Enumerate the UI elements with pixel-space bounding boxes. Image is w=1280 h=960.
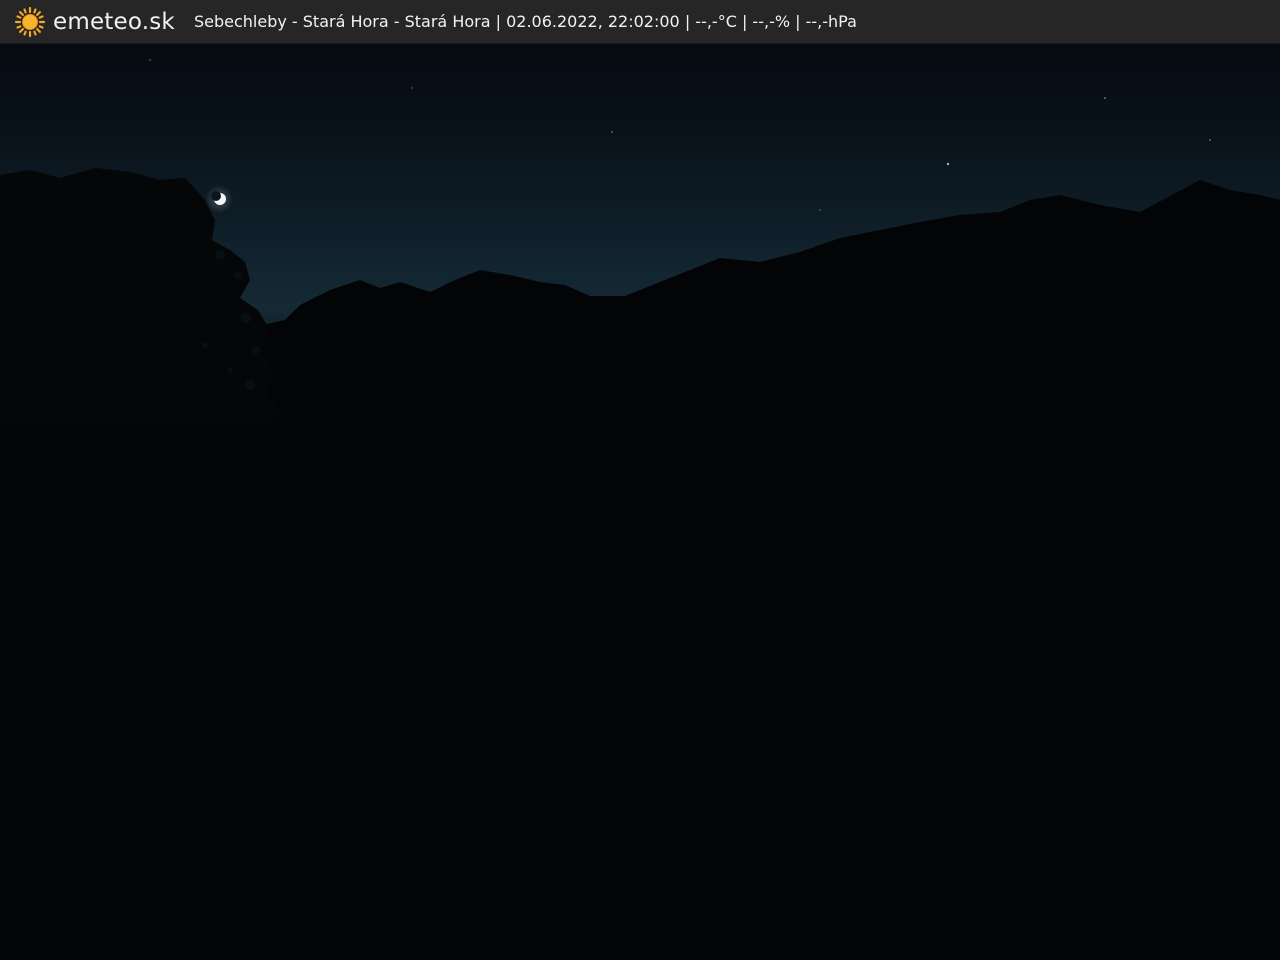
webcam-frame: emeteo.sk Sebechleby - Stará Hora - Star… <box>0 0 1280 960</box>
emeteo-logo[interactable]: emeteo.sk <box>14 0 175 44</box>
sun-icon <box>14 6 46 37</box>
brand-name: emeteo.sk <box>53 8 175 35</box>
webcam-caption: Sebechleby - Stará Hora - Stará Hora | 0… <box>193 12 857 31</box>
webcam-image <box>0 0 1280 960</box>
caption-bar: emeteo.sk Sebechleby - Stará Hora - Star… <box>0 0 1280 44</box>
dark-foreground <box>0 420 1280 960</box>
